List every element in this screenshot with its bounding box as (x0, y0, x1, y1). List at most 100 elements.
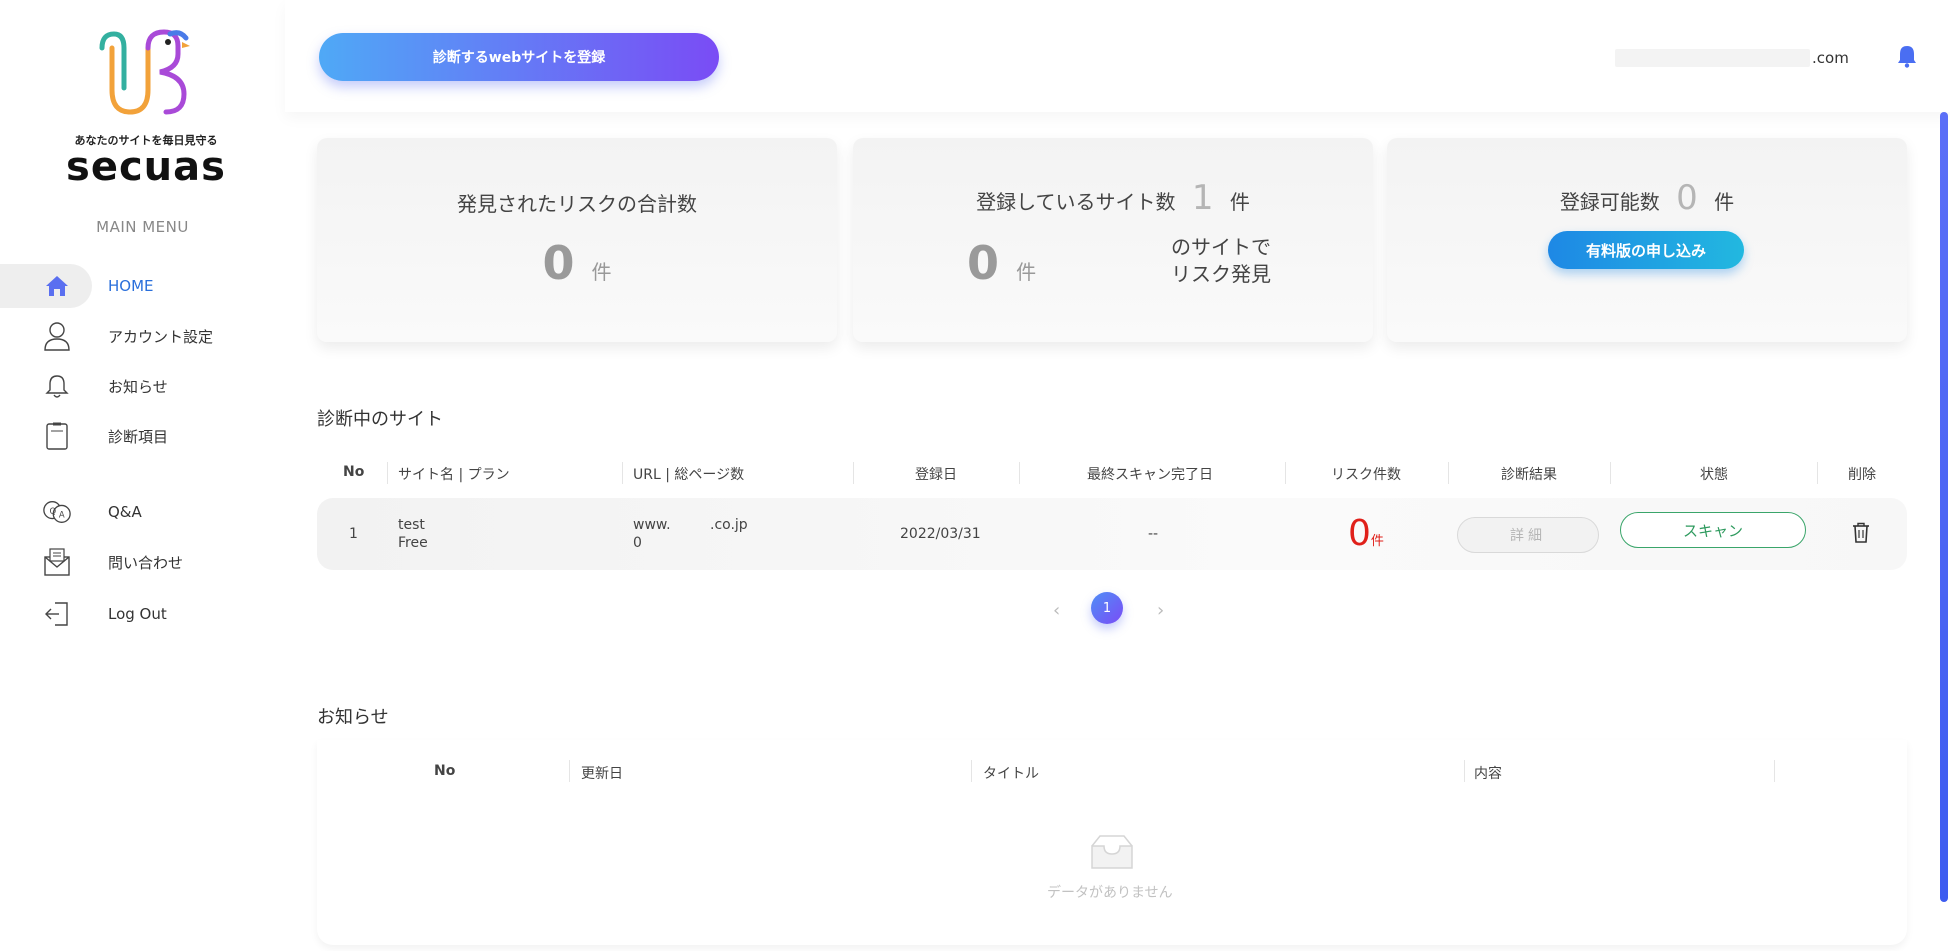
column-divider (1817, 462, 1818, 484)
column-divider (1448, 462, 1449, 484)
sidebar-item-label: Log Out (108, 605, 167, 623)
table-row: 1 test Free www. .co.jp 0 2022/03/31 -- … (317, 498, 1907, 570)
sidebar-item-contact[interactable]: 問い合わせ (0, 540, 285, 584)
column-divider (971, 760, 972, 782)
registered-sites-card: 登録しているサイト数 1 件 0 件 のサイトで リスク発見 (853, 138, 1373, 342)
vertical-scrollbar[interactable] (1940, 112, 1948, 902)
risk-sites-caption-line2: リスク発見 (1171, 262, 1271, 286)
risk-total-unit: 件 (591, 260, 612, 284)
col-last-scan: 最終スキャン完了日 (1087, 467, 1213, 483)
trash-icon[interactable] (1852, 522, 1870, 548)
column-divider (1610, 462, 1611, 484)
available-slots-title: 登録可能数 0 件 (1387, 178, 1907, 218)
risk-total-title: 発見されたリスクの合計数 (457, 192, 697, 216)
sidebar-item-label: 問い合わせ (108, 553, 184, 572)
news-col-content: 内容 (1474, 766, 1502, 782)
upgrade-plan-button[interactable]: 有料版の申し込み (1548, 231, 1744, 269)
sidebar-item-label: アカウント設定 (108, 327, 214, 346)
risk-sites-count: 0 (967, 236, 1000, 290)
logout-icon (42, 599, 72, 629)
news-section-title: お知らせ (317, 707, 389, 728)
home-icon (42, 271, 72, 301)
registered-sites-title: 登録しているサイト数 1 件 (853, 178, 1373, 218)
secuas-logo-icon (99, 29, 190, 115)
registered-sites-count: 1 (1191, 178, 1214, 218)
row-last-scan: -- (1148, 526, 1159, 542)
row-risk-count: 0件 (1348, 513, 1384, 554)
sidebar: あなたのサイトを毎日見守る secuas MAIN MENU HOME アカウン… (0, 0, 285, 951)
user-icon (42, 321, 72, 351)
sidebar-item-qa[interactable]: QA Q&A (0, 490, 285, 534)
sites-section-title: 診断中のサイト (317, 409, 443, 430)
sidebar-item-news[interactable]: お知らせ (0, 364, 285, 408)
row-site-name: test (398, 517, 425, 533)
main-menu-title: MAIN MENU (96, 218, 189, 236)
col-site-name-plan: サイト名 | プラン (398, 467, 510, 483)
row-url-suffix[interactable]: .co.jp (710, 517, 748, 533)
col-status: 状態 (1700, 467, 1728, 483)
col-risk-count: リスク件数 (1331, 467, 1401, 483)
column-divider (569, 760, 570, 782)
clipboard-icon (42, 421, 72, 451)
empty-state-text: データがありません (1047, 885, 1173, 901)
news-col-title: タイトル (983, 766, 1039, 782)
sidebar-item-account-settings[interactable]: アカウント設定 (0, 314, 285, 358)
column-divider (622, 462, 623, 484)
column-divider (1019, 462, 1020, 484)
row-page-count: 0 (633, 535, 642, 551)
sidebar-item-label: 診断項目 (108, 427, 169, 446)
bell-icon (42, 371, 72, 401)
pagination-current-page[interactable]: 1 (1091, 592, 1123, 624)
col-url-pages: URL | 総ページ数 (633, 467, 745, 483)
user-account-domain[interactable]: .com (1615, 48, 1885, 68)
available-slots-unit: 件 (1714, 190, 1735, 214)
sidebar-item-label: HOME (108, 277, 154, 295)
risk-total-card: 発見されたリスクの合計数 0 件 (317, 138, 837, 342)
column-divider (1285, 462, 1286, 484)
risk-sites-unit: 件 (1016, 260, 1037, 284)
row-url-prefix[interactable]: www. (633, 517, 671, 533)
sidebar-item-home[interactable]: HOME (0, 264, 285, 308)
mail-icon (42, 547, 72, 577)
svg-text:Q: Q (50, 506, 57, 516)
column-divider (853, 462, 854, 484)
sidebar-item-label: Q&A (108, 503, 142, 521)
risk-count-value: 0 (1348, 513, 1371, 554)
news-col-no: No (434, 763, 456, 779)
row-no: 1 (349, 526, 358, 542)
news-col-updated: 更新日 (581, 766, 623, 782)
brand-name: secuas (66, 144, 226, 190)
pagination-next-icon[interactable]: › (1157, 600, 1164, 621)
col-registered-date: 登録日 (915, 467, 957, 483)
column-divider (387, 462, 388, 484)
risk-count-unit: 件 (1370, 534, 1384, 549)
register-website-button[interactable]: 診断するwebサイトを登録 (319, 33, 719, 81)
col-no: No (343, 464, 365, 480)
domain-suffix: .com (1812, 49, 1849, 67)
sidebar-item-label: お知らせ (108, 377, 168, 396)
column-divider (1464, 760, 1465, 782)
available-slots-label: 登録可能数 (1559, 190, 1660, 214)
row-plan: Free (398, 535, 428, 551)
row-registered-date: 2022/03/31 (900, 526, 981, 542)
available-slots-count: 0 (1676, 178, 1698, 218)
qa-icon: QA (42, 497, 72, 527)
risk-total-value: 0 (542, 236, 575, 290)
pagination-prev-icon[interactable]: ‹ (1053, 600, 1060, 621)
sidebar-item-diagnosis-items[interactable]: 診断項目 (0, 414, 285, 458)
risk-sites-caption-line1: のサイトで (1171, 235, 1271, 259)
brand-logo[interactable]: あなたのサイトを毎日見守る secuas (66, 28, 226, 190)
empty-inbox-icon (1086, 832, 1138, 876)
col-delete: 削除 (1848, 467, 1876, 483)
registered-sites-unit: 件 (1229, 190, 1250, 214)
svg-text:A: A (59, 510, 65, 520)
sidebar-item-logout[interactable]: Log Out (0, 592, 285, 636)
col-diagnosis-result: 診断結果 (1501, 467, 1557, 483)
available-slots-card: 登録可能数 0 件 有料版の申し込み (1387, 138, 1907, 342)
detail-button[interactable]: 詳細 (1457, 517, 1599, 553)
registered-sites-label: 登録しているサイト数 (976, 190, 1176, 214)
top-header: 診断するwebサイトを登録 .com (285, 0, 1950, 112)
column-divider (1774, 760, 1775, 782)
scan-button[interactable]: スキャン (1620, 512, 1806, 548)
notification-bell-icon[interactable] (1897, 44, 1917, 72)
